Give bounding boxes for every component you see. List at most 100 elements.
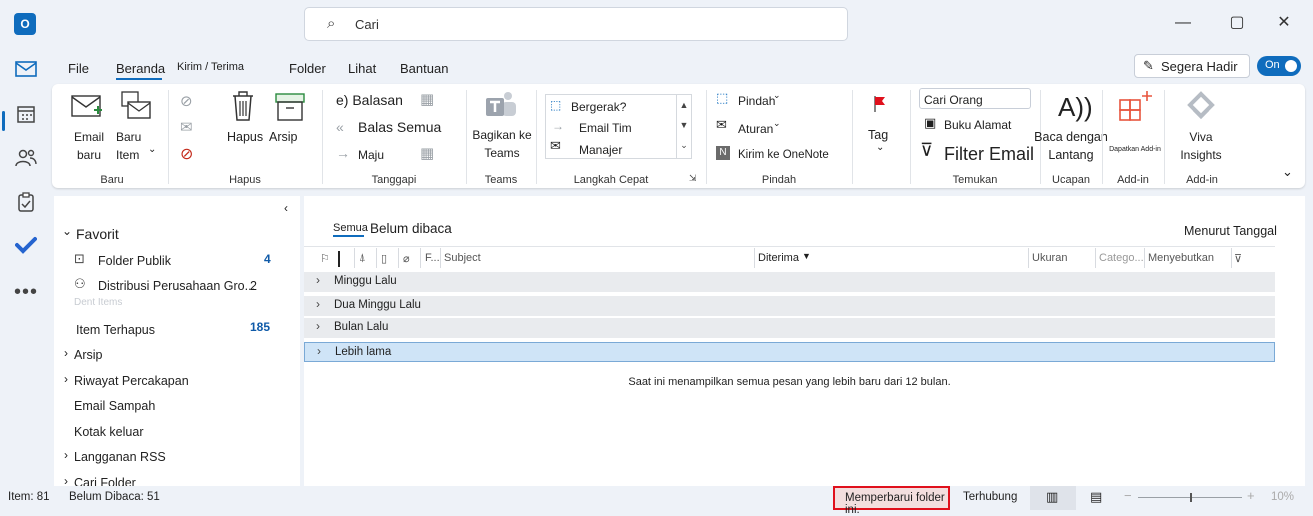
- favorites-header[interactable]: Favorit: [76, 226, 119, 242]
- new-item-icon[interactable]: [118, 90, 152, 124]
- folder-item-distribution[interactable]: Distribusi Perusahaan Gro...: [98, 279, 255, 293]
- more-respond-icon[interactable]: ▦: [420, 144, 434, 162]
- column-importance-icon[interactable]: ⚐: [320, 252, 330, 265]
- group-row[interactable]: › Bulan Lalu: [304, 318, 1275, 339]
- zoom-out-button[interactable]: −: [1124, 488, 1132, 503]
- chevron-down-icon[interactable]: ⌄: [148, 144, 156, 155]
- delete-button[interactable]: Hapus: [227, 130, 263, 144]
- column-filter-icon[interactable]: ⊽: [1234, 252, 1242, 265]
- column-mention[interactable]: Menyebutkan: [1148, 252, 1214, 264]
- maximize-button[interactable]: ▢: [1222, 10, 1252, 36]
- share-to-teams-button[interactable]: Bagikan ke Teams: [472, 126, 532, 162]
- search-input[interactable]: ⌕ Cari: [304, 7, 848, 41]
- folder-item-public[interactable]: Folder Publik: [98, 254, 171, 268]
- column-separator: [1095, 248, 1096, 268]
- ignore-icon[interactable]: ⊘: [180, 92, 193, 110]
- chevron-down-icon[interactable]: ⌄: [773, 90, 781, 101]
- flag-icon[interactable]: [872, 94, 888, 114]
- read-aloud-button[interactable]: Baca dengan Lantang: [1032, 128, 1110, 164]
- people-icon[interactable]: [14, 148, 38, 172]
- calendar-icon[interactable]: [14, 104, 38, 128]
- chevron-down-icon[interactable]: ⌄: [773, 118, 781, 129]
- new-item-button[interactable]: Baru Item: [116, 128, 141, 164]
- archive-button[interactable]: Arsip: [269, 130, 297, 144]
- folder-item-outbox[interactable]: Kotak keluar: [74, 425, 143, 439]
- folder-item-rss[interactable]: Langganan RSS: [74, 450, 166, 464]
- more-apps-icon[interactable]: •••: [14, 280, 38, 304]
- tab-home[interactable]: Beranda: [116, 61, 165, 76]
- teams-icon[interactable]: [484, 90, 520, 124]
- rules-button[interactable]: Aturan: [738, 122, 773, 136]
- gallery-scroll-buttons[interactable]: ▲ ▼ ⌄: [676, 94, 692, 159]
- reading-view-icon[interactable]: ▤: [1090, 489, 1102, 505]
- get-addins-button[interactable]: Dapatkan Add-in: [1106, 146, 1164, 153]
- delete-icon[interactable]: [230, 90, 258, 124]
- tab-view[interactable]: Lihat: [348, 61, 376, 76]
- zoom-in-button[interactable]: +: [1247, 488, 1255, 503]
- folder-item-deleted[interactable]: Item Terhapus: [76, 323, 155, 337]
- folder-item-archive[interactable]: Arsip: [74, 348, 102, 362]
- filter-unread-tab[interactable]: Belum dibaca: [370, 221, 452, 236]
- chevron-right-icon[interactable]: ›: [64, 372, 68, 386]
- search-people-input[interactable]: Cari Orang: [919, 88, 1031, 109]
- quick-step-item[interactable]: Bergerak?: [571, 100, 626, 114]
- column-resize-handle[interactable]: [338, 251, 340, 267]
- filter-email-button[interactable]: Filter Email: [944, 144, 1034, 165]
- chevron-right-icon[interactable]: ›: [64, 448, 68, 462]
- close-button[interactable]: ✕: [1269, 10, 1299, 36]
- todo-check-icon[interactable]: [14, 236, 38, 260]
- column-received[interactable]: Diterima: [758, 252, 799, 264]
- archive-icon[interactable]: [274, 92, 308, 122]
- junk-icon[interactable]: ⊘: [180, 144, 193, 164]
- column-icon-icon[interactable]: ▯: [381, 252, 387, 265]
- get-addins-icon[interactable]: [1118, 88, 1154, 124]
- tag-button[interactable]: Tag: [868, 128, 888, 142]
- chevron-right-icon[interactable]: ›: [64, 346, 68, 360]
- chevron-down-icon[interactable]: ⌄: [876, 142, 884, 153]
- meeting-icon[interactable]: ▦: [420, 90, 434, 108]
- quick-step-item[interactable]: Manajer: [579, 143, 622, 157]
- viva-insights-icon[interactable]: [1184, 90, 1218, 124]
- sort-by-date-button[interactable]: Menurut Tanggal: [1184, 224, 1277, 238]
- cleanup-icon[interactable]: ✉: [180, 118, 193, 136]
- normal-view-button[interactable]: ▥: [1030, 486, 1076, 510]
- reply-button[interactable]: e) Balasan: [336, 92, 403, 108]
- minimize-button[interactable]: —: [1168, 10, 1198, 36]
- column-attachment-icon[interactable]: ⌀: [403, 252, 410, 265]
- forward-button[interactable]: Maju: [358, 148, 384, 162]
- tab-send-receive[interactable]: Kirim / Terima: [177, 61, 244, 73]
- group-row[interactable]: › Dua Minggu Lalu: [304, 296, 1275, 317]
- group-row-selected[interactable]: › Lebih lama: [304, 342, 1275, 362]
- ribbon-expand-chevron-icon[interactable]: ⌄: [1282, 164, 1293, 180]
- group-row[interactable]: › Minggu Lalu: [304, 272, 1275, 293]
- tasks-icon[interactable]: [14, 192, 38, 216]
- tab-help[interactable]: Bantuan: [400, 61, 448, 76]
- column-category[interactable]: Catego...: [1099, 252, 1144, 264]
- read-aloud-icon[interactable]: A)): [1058, 92, 1093, 123]
- folder-item-conversation-history[interactable]: Riwayat Percakapan: [74, 374, 189, 388]
- column-reminder-icon[interactable]: ⍋: [359, 252, 366, 265]
- coming-soon-button[interactable]: ✎ Segera Hadir: [1134, 54, 1250, 78]
- new-email-icon[interactable]: [70, 90, 106, 124]
- quick-step-item[interactable]: Email Tim: [579, 121, 632, 135]
- tab-file[interactable]: File: [68, 61, 89, 76]
- tab-folder[interactable]: Folder: [289, 61, 326, 76]
- viva-insights-button[interactable]: Viva Insights: [1172, 128, 1230, 164]
- send-to-onenote-button[interactable]: Kirim ke OneNote: [738, 149, 829, 161]
- move-button[interactable]: Pindah: [738, 94, 775, 108]
- filter-all-tab[interactable]: Semua: [333, 222, 368, 234]
- new-email-button[interactable]: Email baru: [72, 128, 106, 164]
- column-size[interactable]: Ukuran: [1032, 252, 1067, 264]
- address-book-button[interactable]: Buku Alamat: [944, 118, 1011, 132]
- reply-all-button[interactable]: Balas Semua: [358, 119, 441, 135]
- mail-icon[interactable]: [14, 60, 38, 84]
- quick-steps-gallery[interactable]: ⬚ Bergerak? → Email Tim ✉ Manajer: [545, 94, 690, 159]
- zoom-slider-thumb[interactable]: [1190, 493, 1192, 502]
- new-outlook-toggle[interactable]: On: [1257, 56, 1301, 76]
- dialog-launcher-icon[interactable]: ⇲: [689, 173, 697, 184]
- collapse-pane-icon[interactable]: ‹: [284, 201, 288, 215]
- column-from[interactable]: F...: [425, 252, 440, 264]
- folder-item-junk[interactable]: Email Sampah: [74, 399, 155, 413]
- column-subject[interactable]: Subject: [444, 252, 481, 264]
- chevron-down-icon[interactable]: ⌄: [62, 224, 72, 238]
